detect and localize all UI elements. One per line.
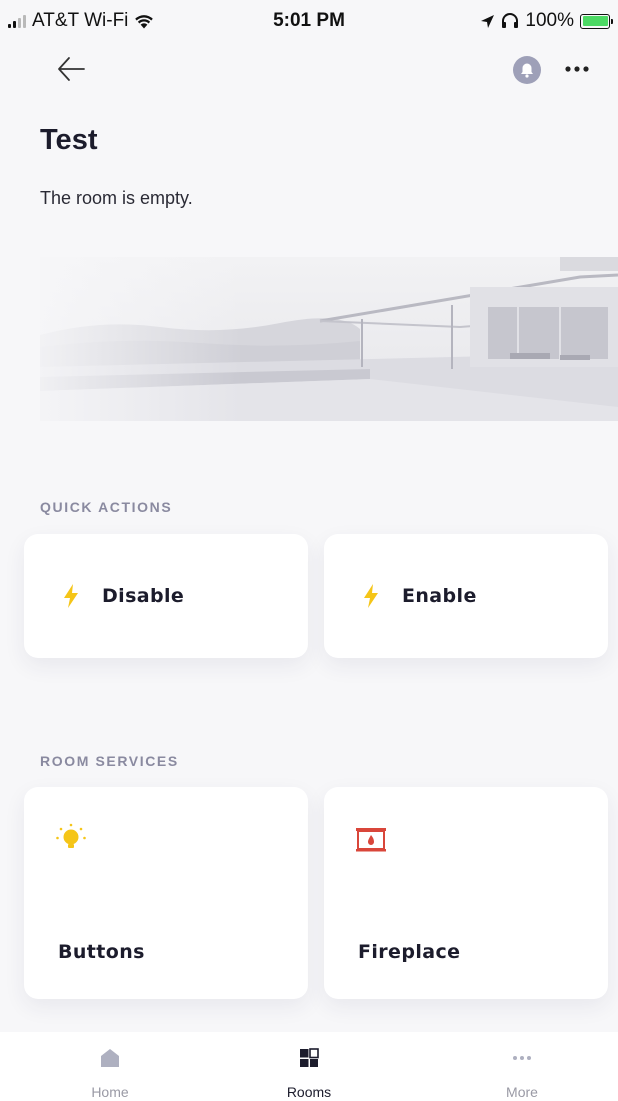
- tab-label: Rooms: [286, 1084, 332, 1100]
- tab-label: More: [506, 1084, 538, 1100]
- location-icon: [481, 14, 495, 28]
- room-status-text: The room is empty.: [40, 188, 193, 208]
- room-services-heading: ROOM SERVICES: [40, 753, 179, 769]
- tab-home[interactable]: Home: [10, 1032, 210, 1101]
- battery-charging-icon: [580, 13, 613, 29]
- lightning-bolt-icon: [64, 584, 78, 608]
- service-label: Buttons: [58, 941, 145, 963]
- back-button[interactable]: [56, 54, 88, 84]
- service-card-fireplace[interactable]: Fireplace: [324, 787, 608, 999]
- headphones-icon: [502, 13, 519, 28]
- battery-percent: 100%: [525, 10, 574, 31]
- fireplace-icon: [356, 828, 386, 852]
- room-screen: AT&T Wi-Fi 5:01 PM 100% Test The room is…: [0, 0, 618, 1101]
- lightbulb-icon: [56, 823, 86, 848]
- lightning-bolt-icon: [364, 584, 378, 608]
- arrow-left-icon: [58, 57, 85, 81]
- quick-action-label: Enable: [402, 585, 477, 607]
- service-card-buttons[interactable]: Buttons: [24, 787, 308, 999]
- service-label: Fireplace: [358, 941, 461, 963]
- more-options-button[interactable]: [562, 58, 592, 80]
- ellipsis-icon: [513, 1056, 531, 1060]
- notifications-button[interactable]: [512, 55, 542, 85]
- tab-label: Home: [91, 1084, 129, 1100]
- quick-actions-heading: QUICK ACTIONS: [40, 499, 173, 515]
- page-title: Test: [40, 124, 98, 156]
- ellipsis-icon: [565, 66, 589, 72]
- quick-action-disable[interactable]: Disable: [24, 534, 308, 658]
- room-hero-image: [40, 257, 618, 421]
- bell-icon: [513, 56, 541, 84]
- tab-rooms[interactable]: Rooms: [209, 1032, 409, 1101]
- status-bar: AT&T Wi-Fi 5:01 PM 100%: [0, 0, 618, 40]
- tab-bar: Home Rooms More: [0, 1032, 618, 1101]
- status-bar-right: 100%: [480, 10, 613, 32]
- grid-icon: [300, 1048, 319, 1067]
- house-pool-illustration: [40, 257, 618, 421]
- quick-action-label: Disable: [102, 585, 185, 607]
- tab-more[interactable]: More: [422, 1032, 618, 1101]
- house-icon: [101, 1049, 119, 1067]
- quick-action-enable[interactable]: Enable: [324, 534, 608, 658]
